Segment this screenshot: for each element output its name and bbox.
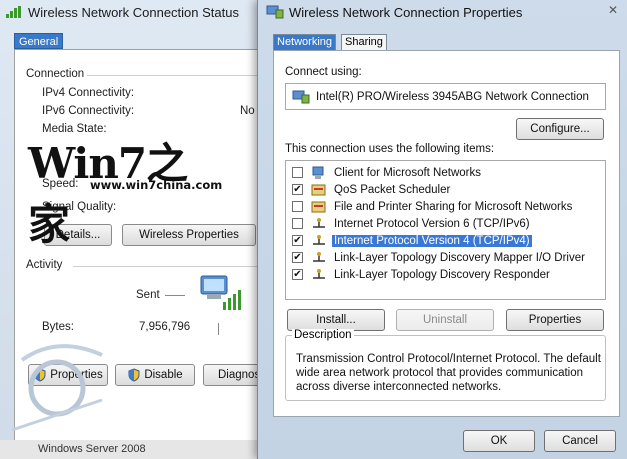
tab-sharing[interactable]: Sharing: [341, 34, 387, 50]
list-item-label: Internet Protocol Version 6 (TCP/IPv6): [334, 217, 530, 230]
list-item-label: Client for Microsoft Networks: [334, 166, 481, 179]
bytes-label: Bytes:: [42, 321, 74, 333]
connection-heading: Connection: [26, 68, 85, 80]
checkbox[interactable]: [292, 201, 303, 212]
background-taskbar: Windows Server 2008: [0, 440, 262, 459]
list-item-label: QoS Packet Scheduler: [334, 183, 451, 196]
network-adapter-icon: [292, 90, 310, 103]
adapter-name: Intel(R) PRO/Wireless 3945ABG Network Co…: [316, 90, 589, 103]
protocol-icon: [313, 234, 325, 245]
checkbox[interactable]: ✔: [292, 235, 303, 246]
list-item-lltd-responder[interactable]: ✔ Link-Layer Topology Discovery Responde…: [286, 266, 605, 283]
checkbox[interactable]: ✔: [292, 252, 303, 263]
checkbox[interactable]: ✔: [292, 184, 303, 195]
ipv6-value: No: [240, 105, 255, 117]
list-item-label: Link-Layer Topology Discovery Mapper I/O…: [334, 251, 585, 264]
install-button[interactable]: Install...: [287, 309, 385, 331]
items-heading: This connection uses the following items…: [285, 143, 495, 155]
uac-shield-icon: [128, 368, 140, 382]
watermark-url: www.win7china.com: [90, 178, 223, 192]
status-title-bar: Wireless Network Connection Status: [0, 0, 262, 24]
sent-label: Sent: [136, 289, 160, 301]
checkbox[interactable]: [292, 167, 303, 178]
connection-divider: [87, 75, 257, 76]
ipv6-label: IPv6 Connectivity:: [42, 105, 135, 117]
configure-button[interactable]: Configure...: [516, 118, 604, 140]
checkbox[interactable]: [292, 218, 303, 229]
site-stamp-logo: [11, 344, 103, 432]
activity-heading: Activity: [26, 259, 63, 271]
adapter-field: Intel(R) PRO/Wireless 3945ABG Network Co…: [285, 83, 606, 110]
bytes-sent-value: 7,956,796: [139, 321, 191, 333]
description-legend: Description: [292, 329, 354, 341]
disable-button[interactable]: Disable: [115, 364, 195, 386]
list-item-label: Internet Protocol Version 4 (TCP/IPv4): [332, 234, 532, 247]
dialog-title: Wireless Network Connection Properties: [289, 4, 523, 20]
description-group: Description Transmission Control Protoco…: [285, 329, 606, 401]
dialog-title-bar: Wireless Network Connection Properties: [266, 2, 522, 22]
diagnose-button[interactable]: Diagnos: [203, 364, 263, 386]
service-icon: [311, 201, 326, 212]
properties-dialog: Wireless Network Connection Properties ✕…: [257, 0, 627, 459]
list-item-qos-packet-scheduler[interactable]: ✔ QoS Packet Scheduler: [286, 181, 605, 198]
networking-panel: Connect using: Intel(R) PRO/Wireless 394…: [273, 50, 620, 417]
network-adapter-icon: [266, 5, 284, 19]
components-list: Client for Microsoft Networks ✔ QoS Pack…: [285, 160, 606, 300]
sent-line: [165, 295, 185, 296]
list-item-client-for-microsoft-networks[interactable]: Client for Microsoft Networks: [286, 164, 605, 181]
network-client-icon: [312, 166, 324, 179]
list-item-ipv6[interactable]: Internet Protocol Version 6 (TCP/IPv6): [286, 215, 605, 232]
win7-watermark-logo: Win7之家 www.win7china.com: [28, 122, 228, 249]
status-window-title: Wireless Network Connection Status: [28, 4, 239, 20]
tab-general[interactable]: General: [14, 33, 64, 49]
description-text: Transmission Control Protocol/Internet P…: [296, 353, 601, 393]
list-item-lltd-mapper[interactable]: ✔ Link-Layer Topology Discovery Mapper I…: [286, 249, 605, 266]
signal-bars-icon: [6, 6, 21, 18]
uninstall-button[interactable]: Uninstall: [396, 309, 494, 331]
tab-networking[interactable]: Networking: [273, 34, 337, 50]
service-icon: [311, 184, 326, 195]
checkbox[interactable]: ✔: [292, 269, 303, 280]
protocol-icon: [313, 268, 325, 279]
received-tick: [218, 323, 219, 335]
connect-using-label: Connect using:: [285, 66, 362, 78]
list-item-label: File and Printer Sharing for Microsoft N…: [334, 200, 573, 213]
list-item-ipv4[interactable]: ✔ Internet Protocol Version 4 (TCP/IPv4): [286, 232, 605, 249]
item-properties-button[interactable]: Properties: [506, 309, 604, 331]
ipv4-label: IPv4 Connectivity:: [42, 87, 135, 99]
disable-label: Disable: [144, 369, 183, 381]
status-window: Wireless Network Connection Status Gener…: [0, 0, 263, 459]
ok-button[interactable]: OK: [463, 430, 535, 452]
cancel-button[interactable]: Cancel: [544, 430, 616, 452]
close-icon[interactable]: ✕: [605, 2, 621, 18]
protocol-icon: [313, 251, 325, 262]
network-computers-icon: [200, 275, 241, 310]
protocol-icon: [313, 217, 325, 228]
list-item-file-printer-sharing[interactable]: File and Printer Sharing for Microsoft N…: [286, 198, 605, 215]
list-item-label: Link-Layer Topology Discovery Responder: [334, 268, 550, 281]
activity-divider: [73, 266, 257, 267]
